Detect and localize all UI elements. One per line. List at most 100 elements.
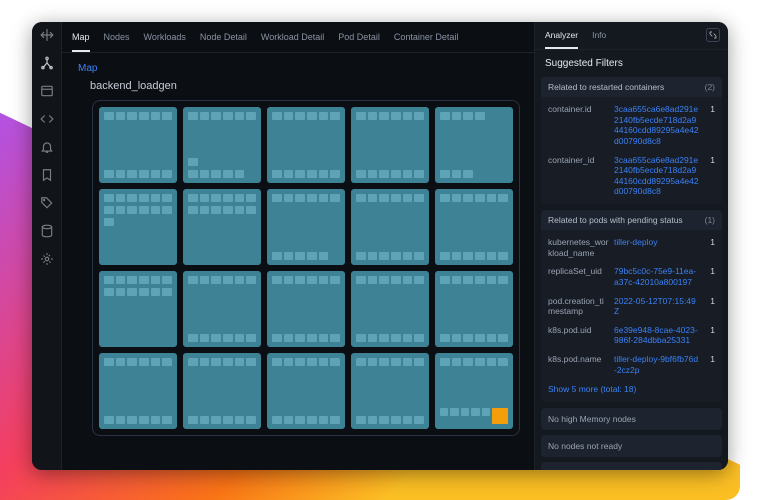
pod-cell — [319, 416, 329, 424]
map-node[interactable] — [435, 271, 513, 347]
filter-key: kubernetes_workload_name — [548, 237, 610, 258]
tab-nodes[interactable]: Nodes — [104, 32, 130, 52]
side-tab-analyzer[interactable]: Analyzer — [545, 30, 578, 49]
pod-cell — [475, 276, 485, 284]
pod-cell — [307, 252, 317, 260]
pod-cell — [414, 252, 424, 260]
pod-cell — [295, 170, 305, 178]
side-scroll[interactable]: Related to restarted containers(2) contai… — [535, 77, 728, 470]
pod-cell — [463, 112, 473, 120]
pod-cell — [211, 276, 221, 284]
filter-value[interactable]: 2022-05-12T07:15:49Z — [614, 296, 699, 317]
pod-cell — [188, 276, 198, 284]
tab-workloads[interactable]: Workloads — [144, 32, 186, 52]
map-node[interactable] — [99, 107, 177, 183]
filter-value[interactable]: 6e39e948-8cae-4023-986f-284dbba25331 — [614, 325, 699, 346]
pod-cell — [284, 358, 294, 366]
pod-cell — [127, 112, 137, 120]
tab-workload-detail[interactable]: Workload Detail — [261, 32, 324, 52]
filter-group-title: Related to restarted containers — [548, 82, 664, 92]
pod-cell — [463, 194, 473, 202]
pod-cell — [200, 276, 210, 284]
map-node[interactable] — [183, 353, 261, 429]
filter-count: 1 — [703, 237, 715, 247]
pod-cell — [452, 358, 462, 366]
status-line[interactable]: No nodes not ready — [541, 435, 722, 457]
pod-cell — [414, 416, 424, 424]
analyzer-panel: Analyzer Info Suggested Filters Related t… — [534, 22, 728, 470]
pod-cell — [414, 194, 424, 202]
map-node[interactable] — [435, 107, 513, 183]
filter-group: Related to pods with pending status(1) ku… — [541, 210, 722, 402]
pod-cell — [414, 334, 424, 342]
move-icon[interactable] — [40, 28, 54, 42]
pod-cell — [235, 358, 245, 366]
side-tab-info[interactable]: Info — [592, 30, 606, 49]
pod-cell — [487, 252, 497, 260]
bell-icon[interactable] — [40, 140, 54, 154]
map-node[interactable] — [351, 271, 429, 347]
map-node[interactable] — [267, 107, 345, 183]
pod-cell — [463, 170, 473, 178]
map-node[interactable] — [267, 271, 345, 347]
map-node[interactable] — [99, 353, 177, 429]
pod-cell — [330, 276, 340, 284]
map-node[interactable] — [267, 353, 345, 429]
pod-cell — [272, 276, 282, 284]
tag-icon[interactable] — [40, 196, 54, 210]
pod-cell — [116, 206, 126, 214]
pod-cell — [188, 358, 198, 366]
filter-value[interactable]: 3caa655ca6e8ad291e2140fb5ecde718d2a94416… — [614, 104, 699, 147]
pod-cell — [246, 276, 256, 284]
status-line[interactable]: No high Memory nodes — [541, 408, 722, 430]
map-node[interactable] — [351, 353, 429, 429]
map-node[interactable] — [183, 189, 261, 265]
map-node[interactable] — [435, 189, 513, 265]
bookmark-icon[interactable] — [40, 168, 54, 182]
tab-node-detail[interactable]: Node Detail — [200, 32, 247, 52]
map-node[interactable] — [183, 271, 261, 347]
filter-value[interactable]: tiller-deploy — [614, 237, 699, 248]
status-line[interactable]: No failed pods — [541, 462, 722, 470]
filter-value[interactable]: 3caa655ca6e8ad291e2140fb5ecde718d2a94416… — [614, 155, 699, 198]
map-node[interactable] — [267, 189, 345, 265]
map-canvas[interactable] — [92, 100, 520, 436]
filter-row: container.id3caa655ca6e8ad291e2140fb5ecd… — [541, 100, 722, 151]
pod-cell — [246, 206, 256, 214]
tab-container-detail[interactable]: Container Detail — [394, 32, 459, 52]
map-node[interactable] — [99, 271, 177, 347]
filter-value[interactable]: 79bc5c0c-75e9-11ea-a37c-42010a800197 — [614, 266, 699, 287]
expand-icon[interactable] — [706, 28, 720, 42]
map-node[interactable] — [351, 189, 429, 265]
pod-cell — [356, 416, 366, 424]
pod-cell — [319, 170, 329, 178]
pod-cell — [414, 170, 424, 178]
pod-cell — [151, 112, 161, 120]
hierarchy-icon[interactable] — [40, 56, 54, 70]
filter-value[interactable]: tiller-deploy-9bf6fb76d-2cz2p — [614, 354, 699, 375]
side-heading: Suggested Filters — [535, 50, 728, 77]
pod-cell — [284, 334, 294, 342]
filter-row: k8s.pod.nametiller-deploy-9bf6fb76d-2cz2… — [541, 350, 722, 379]
pod-cell — [151, 194, 161, 202]
gear-icon[interactable] — [40, 252, 54, 266]
filter-group-header[interactable]: Related to pods with pending status(1) — [541, 210, 722, 230]
code-icon[interactable] — [40, 112, 54, 126]
breadcrumb[interactable]: Map — [62, 53, 534, 78]
panel-icon[interactable] — [40, 84, 54, 98]
filter-group-header[interactable]: Related to restarted containers(2) — [541, 77, 722, 97]
pod-cell — [116, 194, 126, 202]
filter-count: 1 — [703, 325, 715, 335]
map-node[interactable] — [435, 353, 513, 429]
map-node[interactable] — [183, 107, 261, 183]
pod-cell — [235, 416, 245, 424]
tab-pod-detail[interactable]: Pod Detail — [338, 32, 380, 52]
show-more-link[interactable]: Show 5 more (total: 18) — [541, 379, 722, 399]
map-node[interactable] — [99, 189, 177, 265]
map-node[interactable] — [351, 107, 429, 183]
filter-row: pod.creation_timestamp2022-05-12T07:15:4… — [541, 292, 722, 321]
tab-map[interactable]: Map — [72, 32, 90, 52]
pod-cell — [223, 358, 233, 366]
database-icon[interactable] — [40, 224, 54, 238]
pod-cell — [235, 194, 245, 202]
